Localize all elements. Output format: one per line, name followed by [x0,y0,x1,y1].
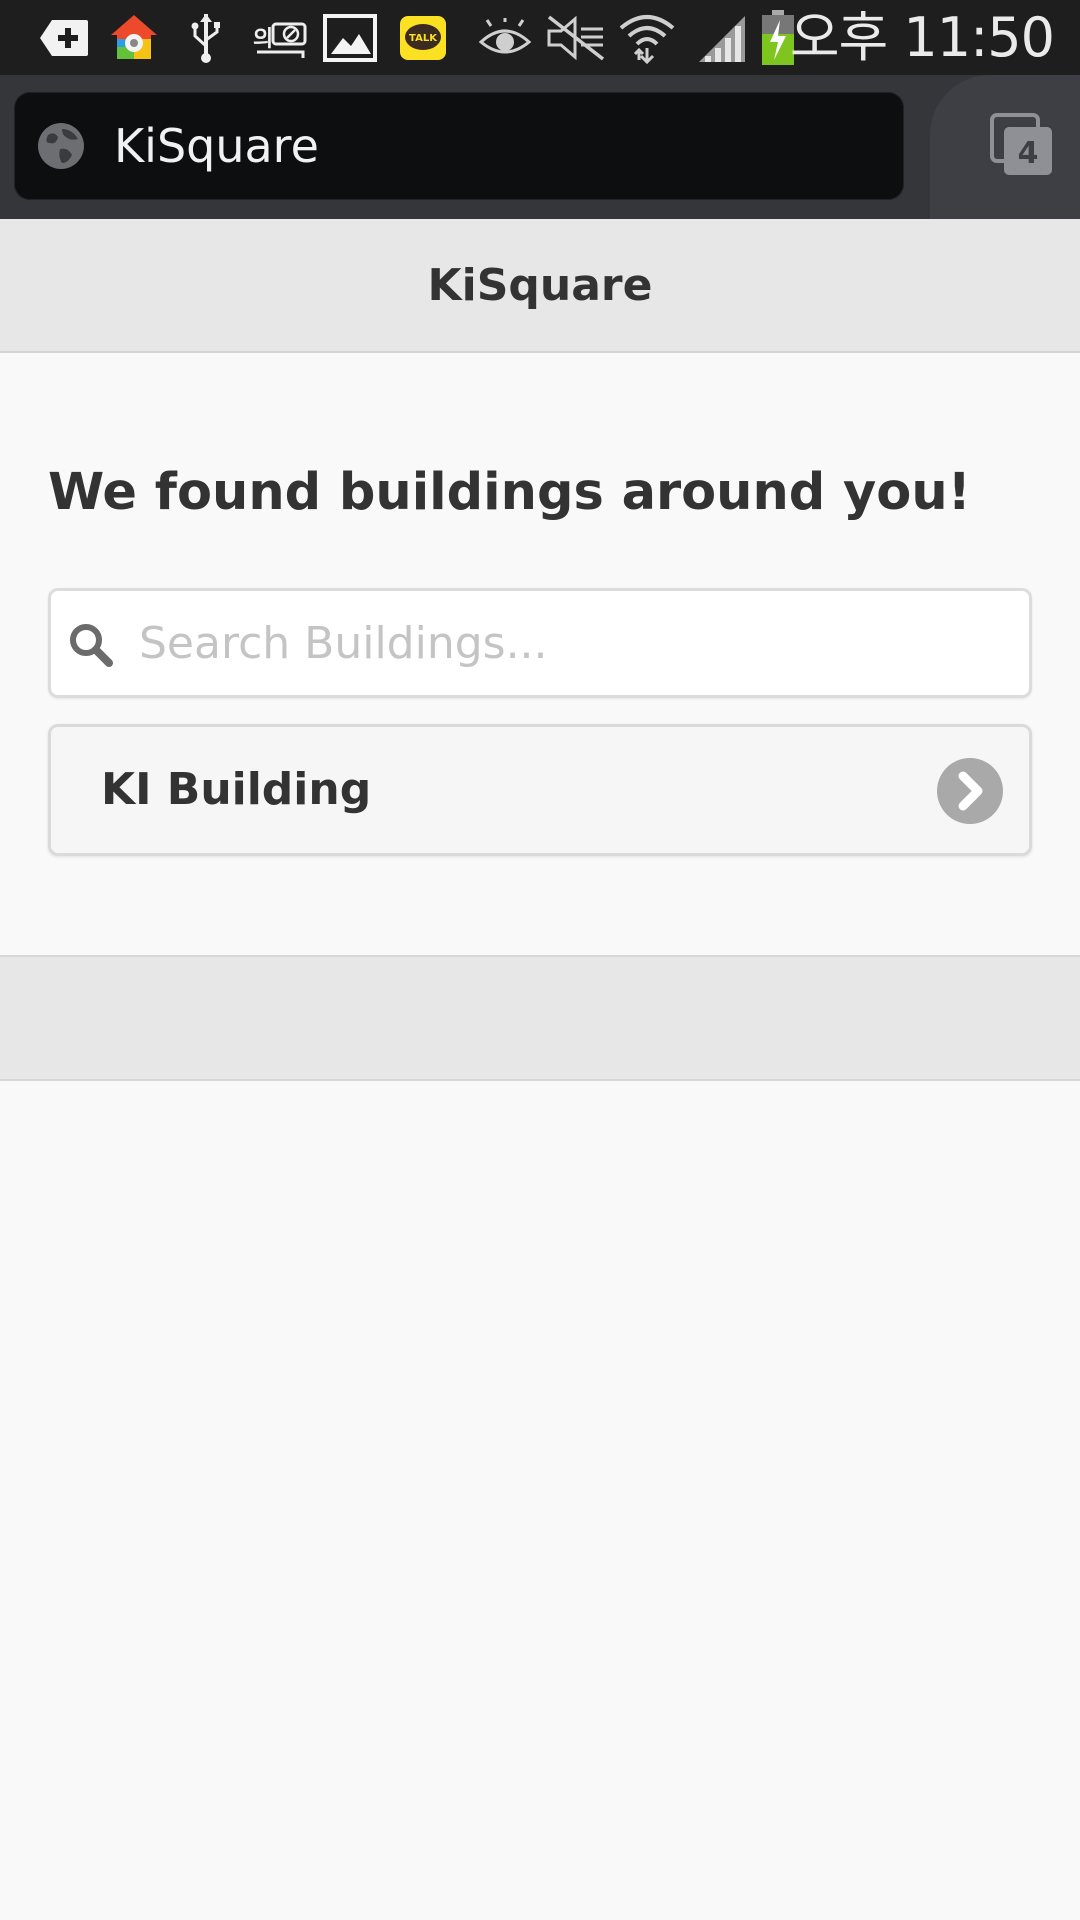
search-input[interactable] [133,591,1019,695]
usb-icon [186,12,226,64]
page-title: KiSquare [427,259,653,311]
search-box[interactable] [48,588,1032,698]
status-time: 오후 11:50 [789,6,1055,69]
plus-notification-icon [36,12,92,64]
mute-icon [544,12,608,64]
signal-app-icon: 의 [250,12,308,64]
globe-icon [36,121,86,171]
url-text: KiSquare [114,119,319,173]
url-bar[interactable]: KiSquare [14,92,904,200]
kakaotalk-icon: TALK [398,12,448,64]
settings-app-icon [108,12,160,64]
chevron-right-icon [937,758,1003,824]
svg-text:TALK: TALK [409,33,438,44]
screen: 의 TALK 오후 11:50 KiSquare 4 KiSquare We f… [0,0,1080,1920]
browser-toolbar: KiSquare 4 [0,75,1080,219]
footer-bar [0,955,1080,1081]
gallery-icon [322,12,378,64]
headline: We found buildings around you! [48,463,971,522]
list-item[interactable]: KI Building [48,724,1032,856]
main-content: We found buildings around you! KI Buildi… [0,353,1080,955]
svg-text:의: 의 [253,27,273,52]
eye-icon [476,12,534,64]
cell-signal-icon [694,12,750,64]
tabs-button[interactable]: 4 [990,113,1054,177]
tab-switcher-area: 4 [930,75,1080,219]
tab-count: 4 [1018,136,1039,171]
list-item-label: KI Building [101,764,372,815]
app-header: KiSquare [0,219,1080,353]
wifi-icon [618,12,676,64]
search-icon [67,621,115,669]
status-bar: 의 TALK 오후 11:50 [0,0,1080,75]
